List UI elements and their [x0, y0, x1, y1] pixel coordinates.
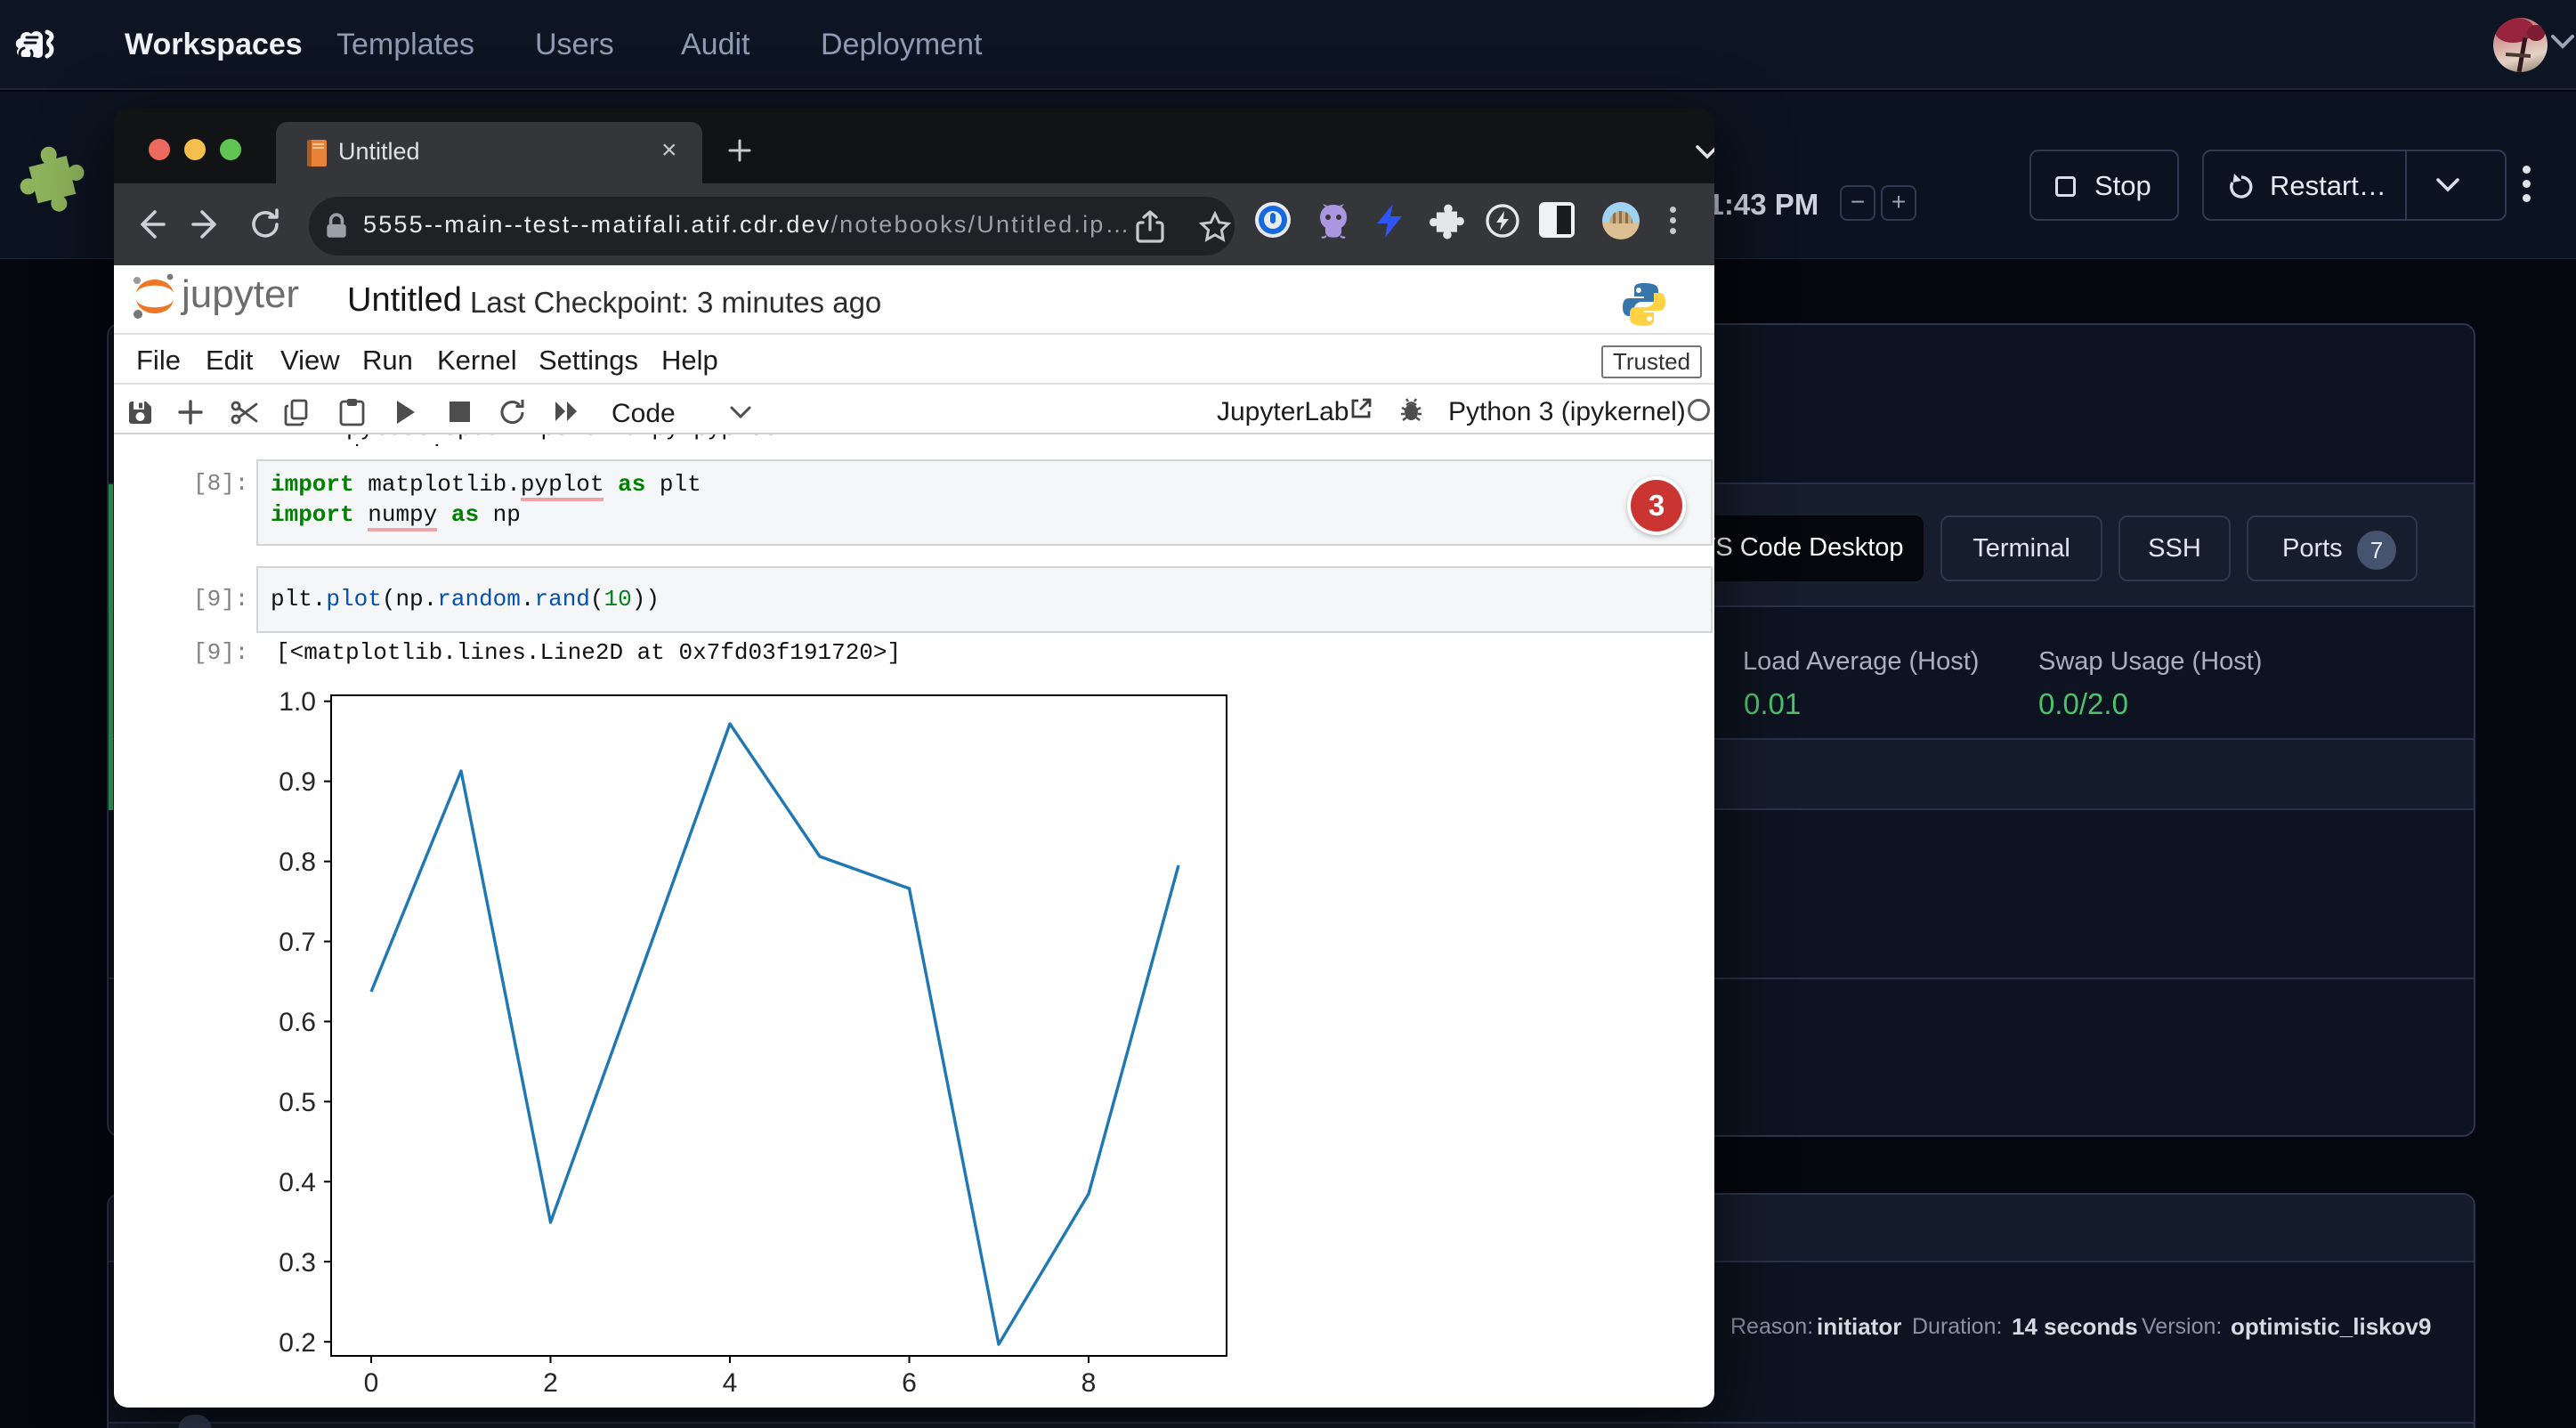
svg-text:0.5: 0.5	[279, 1088, 316, 1117]
svg-text:1.0: 1.0	[279, 687, 316, 717]
svg-text:0.3: 0.3	[279, 1248, 316, 1278]
svg-text:6: 6	[902, 1368, 917, 1398]
svg-text:0.2: 0.2	[279, 1328, 316, 1358]
svg-text:2: 2	[543, 1368, 558, 1398]
svg-text:0.9: 0.9	[279, 767, 316, 797]
svg-text:0.8: 0.8	[279, 848, 316, 877]
svg-text:0.6: 0.6	[279, 1008, 316, 1037]
svg-text:0.4: 0.4	[279, 1168, 316, 1197]
svg-text:8: 8	[1081, 1368, 1097, 1398]
svg-text:0.7: 0.7	[279, 928, 316, 957]
svg-text:4: 4	[723, 1368, 738, 1398]
svg-text:0: 0	[364, 1368, 379, 1398]
